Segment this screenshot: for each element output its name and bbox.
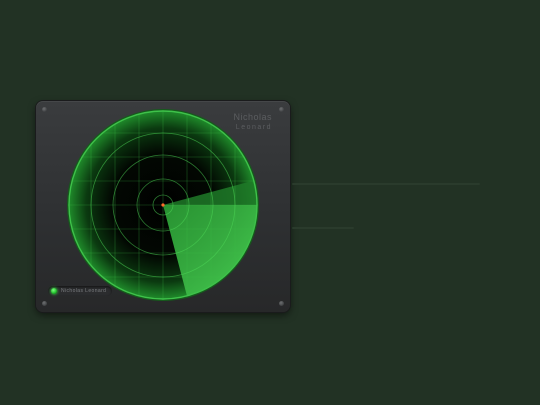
- radar-device: Nicholas Leonard Nicholas Leonard: [36, 101, 290, 312]
- status-label: Nicholas Leonard: [61, 288, 107, 294]
- screw-icon: [42, 107, 47, 112]
- screw-icon: [42, 301, 47, 306]
- screw-icon: [279, 301, 284, 306]
- background-divider-short: [292, 227, 354, 229]
- background-divider: [292, 183, 480, 185]
- status-led-icon: [51, 288, 57, 294]
- radar-screen: [67, 109, 259, 301]
- radar-center-dot: [161, 203, 165, 207]
- status-badge: Nicholas Leonard: [48, 286, 113, 296]
- screw-icon: [279, 107, 284, 112]
